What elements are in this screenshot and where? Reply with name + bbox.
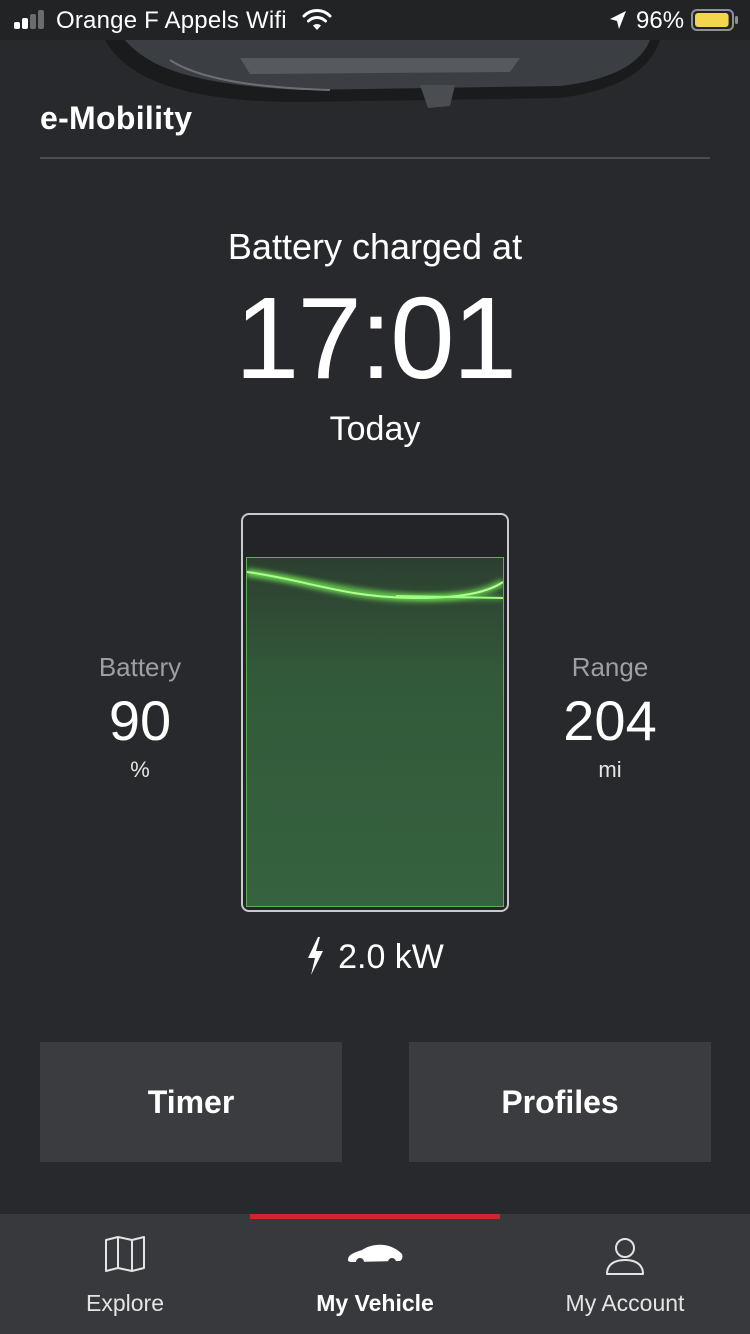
section-title: e-Mobility [40, 100, 193, 136]
car-icon [348, 1244, 403, 1266]
range-label: Range [571, 652, 649, 682]
wifi-icon [302, 9, 332, 30]
map-icon [105, 1236, 145, 1272]
charge-status-label: Battery charged at [227, 226, 523, 267]
cellular-signal-icon [14, 10, 46, 29]
tab-explore-label: Explore [86, 1290, 164, 1316]
battery-value: 90 [108, 689, 172, 752]
tab-my-account[interactable]: My Account [500, 1214, 750, 1334]
carrier-name: Orange F Appels Wifi [56, 7, 287, 34]
status-bar: Orange F Appels Wifi 96% [0, 0, 750, 40]
lightning-icon [308, 937, 324, 976]
range-unit: mi [598, 757, 622, 782]
tab-my-account-label: My Account [565, 1290, 685, 1316]
battery-label: Battery [98, 652, 182, 682]
charging-power: 2.0 kW [0, 937, 750, 977]
tab-my-vehicle-label: My Vehicle [316, 1290, 434, 1316]
tab-my-vehicle[interactable]: My Vehicle [250, 1214, 500, 1334]
range-value: 204 [563, 689, 657, 752]
charging-power-value: 2.0 kW [338, 938, 444, 976]
battery-stat: Battery 90 % [40, 652, 240, 783]
charge-complete-time: 17:01 [234, 273, 517, 403]
battery-level-fill [246, 557, 504, 907]
timer-button[interactable]: Timer [40, 1042, 342, 1162]
location-arrow-icon [610, 11, 626, 29]
charge-complete-day: Today [329, 410, 421, 448]
divider [40, 157, 710, 159]
bottom-tab-bar: Explore My Vehicle My Account [0, 1214, 750, 1334]
battery-unit: % [130, 757, 150, 782]
profiles-button[interactable]: Profiles [409, 1042, 711, 1162]
tab-explore[interactable]: Explore [0, 1214, 250, 1334]
charge-wave [247, 569, 503, 602]
battery-percentage: 96% [636, 7, 685, 34]
person-icon [606, 1238, 644, 1275]
battery-level-graphic [241, 513, 509, 912]
battery-icon [691, 9, 738, 31]
range-stat: Range 204 mi [510, 652, 710, 783]
